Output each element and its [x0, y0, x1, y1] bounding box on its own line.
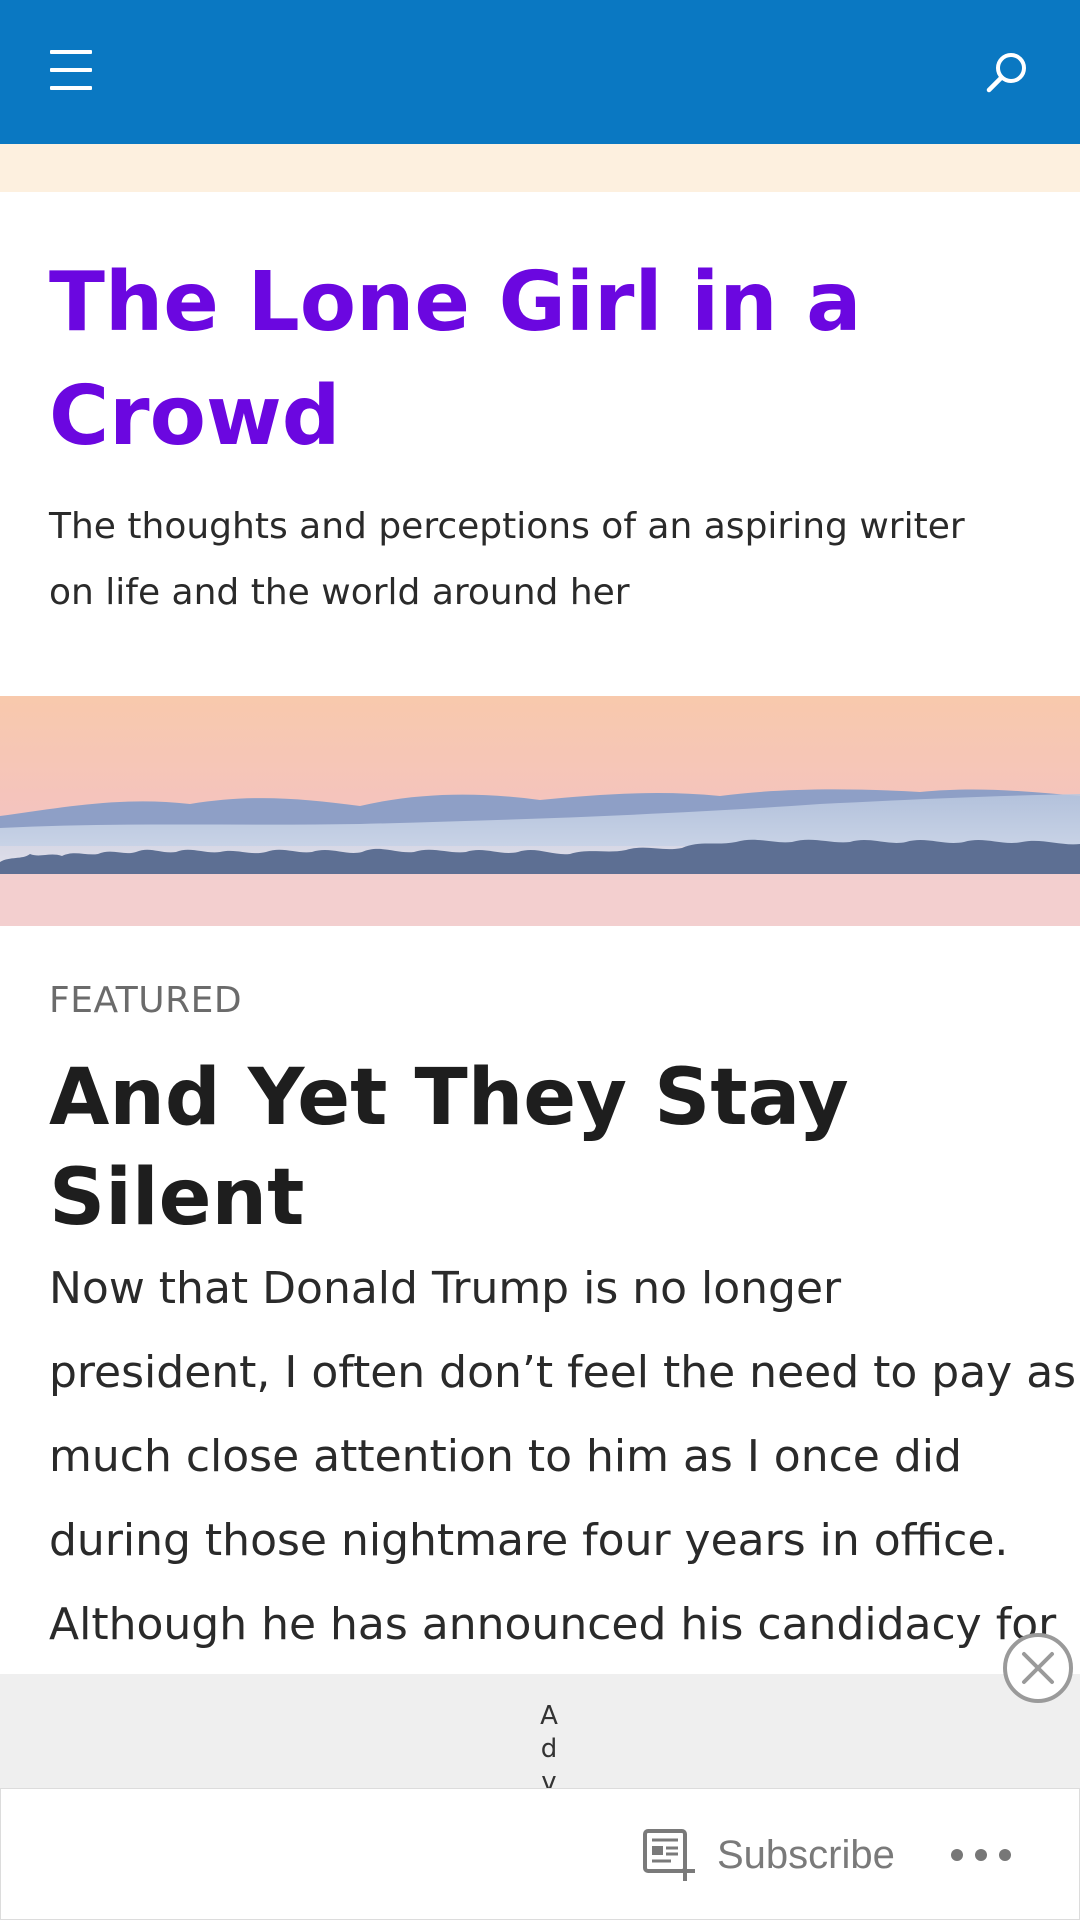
- site-branding: The Lone Girl in a Crowd The thoughts an…: [0, 192, 1080, 696]
- more-dots-icon: [951, 1849, 963, 1861]
- search-icon: [986, 53, 1026, 93]
- excerpt-line: president, I often don’t feel the need t…: [49, 1347, 1077, 1398]
- header-image-top-strip: [0, 144, 1080, 192]
- more-dots-icon-dot: [999, 1849, 1011, 1861]
- excerpt-line: Although he has announced his candidacy …: [49, 1599, 1057, 1650]
- site-title[interactable]: The Lone Girl in a Crowd: [49, 246, 949, 474]
- action-bar: Subscribe: [0, 1788, 1080, 1920]
- page: The Lone Girl in a Crowd The thoughts an…: [0, 0, 1080, 1920]
- excerpt-line: much close attention to him as I once di…: [49, 1431, 962, 1482]
- post-excerpt: Now that Donald Trump is no longer presi…: [49, 1247, 1077, 1667]
- menu-button[interactable]: [46, 46, 98, 96]
- search-button[interactable]: [982, 48, 1032, 98]
- category-label: FEATURED: [49, 980, 243, 1021]
- close-circle-icon: [1003, 1633, 1073, 1703]
- subscribe-button[interactable]: Subscribe: [641, 1825, 895, 1885]
- hamburger-menu-icon-line: [50, 86, 92, 90]
- more-dots-icon-dot: [975, 1849, 987, 1861]
- top-bar: [0, 0, 1080, 144]
- excerpt-line: during those nightmare four years in off…: [49, 1515, 1009, 1566]
- hamburger-menu-icon: [50, 50, 92, 54]
- post-title[interactable]: And Yet They Stay Silent: [49, 1048, 1049, 1248]
- ad-close-button[interactable]: [1002, 1632, 1074, 1704]
- subscribe-label: Subscribe: [717, 1832, 895, 1877]
- more-options-button[interactable]: [951, 1841, 1011, 1869]
- reader-subscribe-icon: [643, 1829, 695, 1881]
- header-image: [0, 696, 1080, 926]
- excerpt-line: Now that Donald Trump is no longer: [49, 1263, 842, 1314]
- site-description: The thoughts and perceptions of an aspir…: [49, 506, 965, 613]
- hamburger-menu-icon-line: [50, 68, 92, 72]
